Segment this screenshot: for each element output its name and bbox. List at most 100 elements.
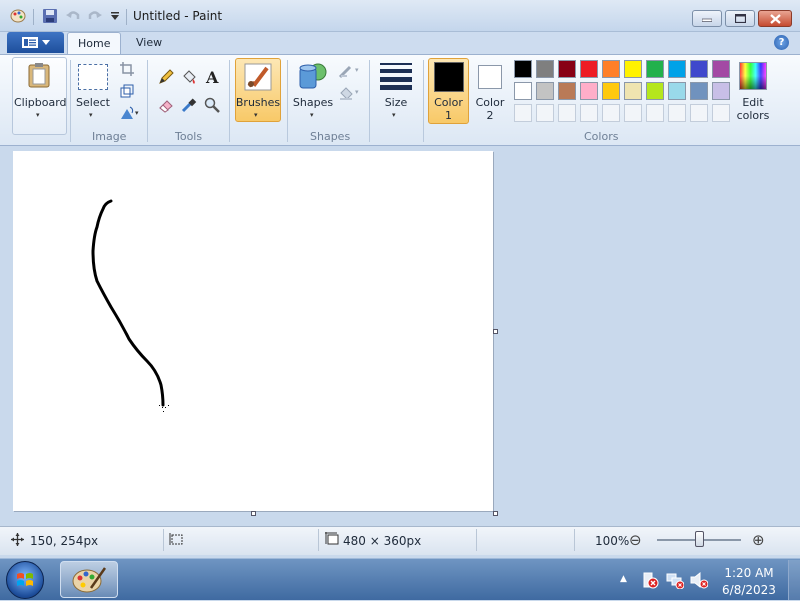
palette-swatch[interactable] bbox=[690, 82, 708, 100]
show-desktop-button[interactable] bbox=[788, 560, 800, 600]
zoom-in-button[interactable]: ⊕ bbox=[752, 531, 765, 549]
cursor-position-text: 150, 254px bbox=[30, 534, 99, 548]
brushes-button[interactable] bbox=[235, 58, 281, 122]
resize-handle-right[interactable] bbox=[493, 329, 498, 334]
palette-swatch[interactable] bbox=[580, 82, 598, 100]
brushes-dropdown-icon[interactable]: ▾ bbox=[254, 111, 258, 119]
fill-bucket-icon[interactable] bbox=[179, 67, 199, 87]
palette-swatch-empty[interactable] bbox=[602, 104, 620, 122]
clock-time[interactable]: 1:20 AM bbox=[718, 566, 780, 580]
action-center-icon[interactable] bbox=[641, 571, 659, 589]
crop-icon[interactable] bbox=[117, 59, 137, 79]
edit-colors-label[interactable]: Edit bbox=[733, 96, 773, 109]
status-separator bbox=[163, 529, 164, 551]
tab-view[interactable]: View bbox=[136, 36, 162, 49]
customize-qat-icon[interactable] bbox=[106, 7, 124, 25]
palette-swatch[interactable] bbox=[558, 60, 576, 78]
size-dropdown-icon[interactable]: ▾ bbox=[392, 111, 396, 119]
redo-icon[interactable] bbox=[86, 7, 104, 25]
maximize-button[interactable] bbox=[725, 10, 755, 27]
select-dropdown-icon[interactable]: ▾ bbox=[89, 111, 93, 119]
outline-icon[interactable] bbox=[336, 61, 356, 81]
group-separator bbox=[287, 60, 288, 142]
shapes-label[interactable]: Shapes bbox=[291, 96, 335, 109]
selection-size-icon bbox=[169, 533, 183, 545]
color2-label[interactable]: Color bbox=[472, 96, 508, 109]
undo-icon[interactable] bbox=[64, 7, 82, 25]
rotate-dropdown-icon[interactable]: ▾ bbox=[135, 109, 139, 117]
zoom-level-text: 100% bbox=[595, 534, 630, 548]
fill-dropdown-icon[interactable]: ▾ bbox=[355, 88, 359, 96]
resize-handle-bottom[interactable] bbox=[251, 511, 256, 516]
color1-label: Color bbox=[434, 96, 463, 109]
minimize-button[interactable] bbox=[692, 10, 722, 27]
palette-swatch[interactable] bbox=[514, 60, 532, 78]
paint-menu-button[interactable] bbox=[7, 32, 64, 53]
palette-swatch[interactable] bbox=[536, 60, 554, 78]
color1-swatch bbox=[434, 62, 464, 92]
palette-swatch-empty[interactable] bbox=[558, 104, 576, 122]
pencil-icon[interactable] bbox=[156, 67, 176, 87]
palette-swatch[interactable] bbox=[514, 82, 532, 100]
palette-swatch[interactable] bbox=[558, 82, 576, 100]
palette-swatch[interactable] bbox=[668, 60, 686, 78]
shapes-icon[interactable] bbox=[296, 60, 330, 94]
network-icon[interactable] bbox=[666, 571, 684, 589]
palette-swatch-empty[interactable] bbox=[712, 104, 730, 122]
palette-swatch[interactable] bbox=[536, 82, 554, 100]
palette-swatch[interactable] bbox=[646, 60, 664, 78]
palette-swatch[interactable] bbox=[712, 60, 730, 78]
paint-app-icon[interactable] bbox=[9, 7, 27, 25]
color-picker-icon[interactable] bbox=[179, 95, 199, 115]
magnifier-icon[interactable] bbox=[202, 95, 222, 115]
resize-handle-corner[interactable] bbox=[493, 511, 498, 516]
select-label[interactable]: Select bbox=[74, 96, 112, 109]
shapes-dropdown-icon[interactable]: ▾ bbox=[310, 111, 314, 119]
eraser-icon[interactable] bbox=[156, 95, 176, 115]
palette-swatch-empty[interactable] bbox=[646, 104, 664, 122]
edit-colors-icon[interactable] bbox=[739, 62, 767, 90]
text-icon[interactable]: A bbox=[202, 67, 222, 87]
rotate-icon[interactable] bbox=[117, 103, 137, 123]
palette-swatch[interactable] bbox=[602, 60, 620, 78]
palette-swatch-empty[interactable] bbox=[580, 104, 598, 122]
palette-swatch[interactable] bbox=[624, 82, 642, 100]
palette-swatch-empty[interactable] bbox=[690, 104, 708, 122]
palette-swatch-empty[interactable] bbox=[536, 104, 554, 122]
status-separator bbox=[476, 529, 477, 551]
taskbar-paint-app[interactable] bbox=[60, 561, 118, 598]
start-button[interactable] bbox=[6, 561, 44, 599]
clock-date[interactable]: 6/8/2023 bbox=[718, 583, 780, 597]
palette-swatch[interactable] bbox=[602, 82, 620, 100]
palette-swatch[interactable] bbox=[580, 60, 598, 78]
canvas-size-text: 480 × 360px bbox=[343, 534, 422, 548]
size-icon[interactable] bbox=[379, 62, 413, 90]
palette-swatch[interactable] bbox=[690, 60, 708, 78]
qat-separator bbox=[33, 9, 34, 25]
palette-swatch-empty[interactable] bbox=[668, 104, 686, 122]
color2-swatch[interactable] bbox=[478, 65, 502, 89]
close-button[interactable] bbox=[758, 10, 792, 27]
palette-swatch[interactable] bbox=[712, 82, 730, 100]
chevron-down-icon bbox=[41, 40, 50, 45]
size-label[interactable]: Size bbox=[378, 96, 414, 109]
help-icon[interactable]: ? bbox=[774, 35, 789, 50]
clipboard-dropdown-icon[interactable]: ▾ bbox=[36, 111, 40, 119]
palette-swatch-empty[interactable] bbox=[624, 104, 642, 122]
resize-icon[interactable] bbox=[117, 81, 137, 101]
select-rectangle-icon[interactable] bbox=[78, 64, 108, 90]
palette-swatch[interactable] bbox=[624, 60, 642, 78]
freehand-stroke bbox=[91, 199, 169, 412]
zoom-slider-thumb[interactable] bbox=[695, 531, 704, 547]
zoom-out-button[interactable]: ⊖ bbox=[629, 531, 642, 549]
palette-swatch[interactable] bbox=[668, 82, 686, 100]
outline-dropdown-icon[interactable]: ▾ bbox=[355, 66, 359, 74]
drawing-canvas[interactable] bbox=[13, 151, 493, 511]
palette-swatch-empty[interactable] bbox=[514, 104, 532, 122]
fill-icon[interactable] bbox=[336, 83, 356, 103]
volume-muted-icon[interactable] bbox=[690, 571, 708, 589]
show-hidden-icons-button[interactable]: ▲ bbox=[620, 574, 627, 584]
palette-swatch[interactable] bbox=[646, 82, 664, 100]
save-icon[interactable] bbox=[41, 7, 59, 25]
tab-home[interactable]: Home bbox=[67, 32, 122, 55]
